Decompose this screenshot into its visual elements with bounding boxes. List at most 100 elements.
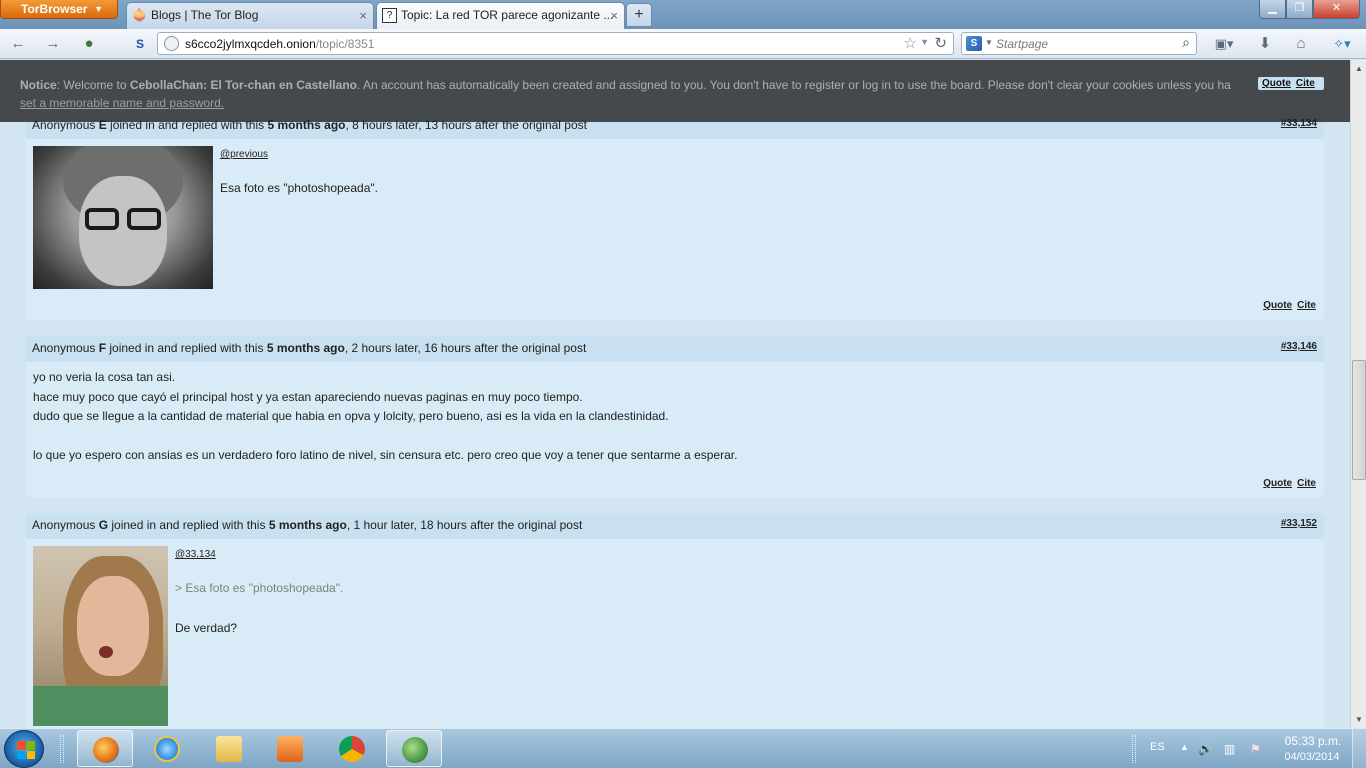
search-bar[interactable]: S ▼ ⌕ bbox=[961, 32, 1197, 55]
mention-link[interactable]: @33,134 bbox=[175, 549, 343, 560]
post-text-line: lo que yo espero con ansias es un verdad… bbox=[33, 448, 738, 462]
vertical-scrollbar[interactable]: ▲ ▼ bbox=[1350, 60, 1366, 728]
logo-blue bbox=[17, 750, 26, 759]
action-center-icon[interactable]: ⚑ bbox=[1250, 742, 1261, 756]
post-author-letter: F bbox=[98, 341, 107, 355]
post-header: Anonymous F joined in and replied with t… bbox=[32, 341, 586, 355]
quote-link[interactable]: Quote bbox=[1262, 78, 1291, 89]
torbrowser-menu-button[interactable]: TorBrowser ▼ bbox=[0, 0, 118, 19]
favicon-icon: ? bbox=[382, 8, 397, 23]
mention-link[interactable]: @previous bbox=[220, 149, 378, 160]
taskbar-grip bbox=[60, 735, 64, 763]
image-face bbox=[77, 576, 149, 676]
network-icon[interactable]: ▥ bbox=[1224, 742, 1235, 756]
logo-red bbox=[17, 741, 26, 750]
board-name: CebollaChan: El Tor-chan en Castellano bbox=[129, 78, 357, 92]
set-name-password-link[interactable]: set a memorable name and password bbox=[20, 96, 221, 110]
glasses-lens-right bbox=[127, 208, 161, 230]
close-tab-icon[interactable]: × bbox=[610, 3, 618, 28]
search-icon[interactable]: ⌕ bbox=[1182, 34, 1190, 51]
taskbar-media-player[interactable] bbox=[262, 730, 318, 767]
minimize-button[interactable]: ▁ bbox=[1259, 0, 1286, 19]
bookmark-star-icon[interactable]: ☆ bbox=[904, 34, 917, 52]
post-content: @33,134 > Esa foto es "photoshopeada". D… bbox=[175, 549, 343, 638]
firefox-icon bbox=[93, 737, 119, 763]
post-body: @33,134 > Esa foto es "photoshopeada". D… bbox=[26, 539, 1324, 728]
torbutton-onion-icon[interactable]: ● bbox=[77, 33, 101, 55]
history-dropdown-icon[interactable]: ▼ bbox=[920, 37, 929, 47]
cite-link[interactable]: Cite bbox=[1297, 300, 1316, 311]
tab-title: Topic: La red TOR parece agonizante ... bbox=[401, 8, 614, 22]
post-actions: Quote Cite bbox=[1258, 478, 1316, 489]
post-text-line: hace muy poco que cayó el principal host… bbox=[33, 389, 583, 404]
notice-banner: Notice: Welcome to CebollaChan: El Tor-c… bbox=[0, 60, 1350, 122]
tray-grip bbox=[1132, 735, 1136, 763]
taskbar-chrome[interactable] bbox=[324, 730, 380, 767]
tab-title: Blogs | The Tor Blog bbox=[151, 8, 259, 22]
addon-menu-icon[interactable]: ✧▾ bbox=[1326, 33, 1358, 55]
back-button[interactable]: ← bbox=[6, 33, 30, 55]
quote-link[interactable]: Quote bbox=[1263, 478, 1292, 489]
post-number-link[interactable]: #33,146 bbox=[1281, 341, 1317, 352]
search-engine-icon[interactable]: S bbox=[966, 36, 982, 51]
tab-topic[interactable]: ? Topic: La red TOR parece agonizante ..… bbox=[376, 2, 625, 29]
taskbar-internet-explorer[interactable] bbox=[139, 730, 195, 767]
close-tab-icon[interactable]: × bbox=[359, 3, 367, 28]
onion-icon: 🧅 bbox=[132, 8, 147, 22]
clock-time[interactable]: 05:33 p.m. bbox=[1282, 734, 1344, 748]
language-indicator[interactable]: ES bbox=[1150, 741, 1165, 753]
scroll-up-arrow-icon[interactable]: ▲ bbox=[1351, 60, 1366, 77]
scroll-down-arrow-icon[interactable]: ▼ bbox=[1351, 711, 1366, 728]
glasses-lens-left bbox=[85, 208, 119, 230]
post-image[interactable] bbox=[33, 146, 213, 289]
chrome-icon bbox=[339, 736, 365, 762]
post-number-link[interactable]: #33,152 bbox=[1281, 518, 1317, 529]
chevron-down-icon: ▼ bbox=[94, 4, 103, 14]
maximize-button[interactable]: ❐ bbox=[1286, 0, 1313, 19]
chevron-down-icon[interactable]: ▼ bbox=[985, 38, 993, 47]
taskbar-explorer[interactable] bbox=[201, 730, 257, 767]
logo-green bbox=[26, 741, 35, 750]
start-button[interactable] bbox=[4, 730, 44, 768]
scrollbar-thumb[interactable] bbox=[1352, 360, 1366, 480]
new-tab-button[interactable]: + bbox=[626, 3, 652, 27]
reload-icon[interactable]: ↻ bbox=[934, 34, 947, 52]
internet-explorer-icon bbox=[154, 736, 180, 762]
post-33152: Anonymous G joined in and replied with t… bbox=[26, 513, 1324, 728]
torbrowser-menu-label: TorBrowser bbox=[21, 2, 88, 16]
notice-text-part: . An account has automatically been crea… bbox=[356, 78, 1231, 92]
close-window-button[interactable]: ✕ bbox=[1313, 0, 1360, 19]
quote-link[interactable]: Quote bbox=[1263, 300, 1292, 311]
show-hidden-icons-icon[interactable]: ▲ bbox=[1180, 742, 1189, 752]
taskbar-tor-browser[interactable] bbox=[386, 730, 442, 767]
forward-button[interactable]: → bbox=[41, 33, 65, 55]
post-age: 5 months ago bbox=[268, 518, 347, 532]
notice-link-line: set a memorable name and password. bbox=[20, 96, 224, 110]
navigation-toolbar: ← → ● S s6cco2jylmxqcdeh.onion/topic/835… bbox=[0, 29, 1366, 59]
post-timing: , 2 hours later, 16 hours after the orig… bbox=[344, 341, 587, 355]
home-icon[interactable]: ⌂ bbox=[1289, 33, 1313, 55]
folder-icon bbox=[216, 736, 242, 762]
volume-icon[interactable]: 🔊 bbox=[1198, 742, 1213, 756]
taskbar-firefox[interactable] bbox=[77, 730, 133, 767]
post-text-line: dudo que se llegue a la cantidad de mate… bbox=[33, 409, 669, 423]
window-controls: ▁ ❐ ✕ bbox=[1259, 0, 1360, 19]
url-path: /topic/8351 bbox=[315, 37, 375, 51]
noscript-icon[interactable]: S bbox=[128, 33, 152, 55]
tab-tor-blog[interactable]: 🧅 Blogs | The Tor Blog × bbox=[126, 2, 374, 29]
post-text-line: De verdad? bbox=[175, 620, 238, 635]
search-input[interactable] bbox=[996, 33, 1171, 54]
cite-link[interactable]: Cite bbox=[1297, 478, 1316, 489]
post-33146: Anonymous F joined in and replied with t… bbox=[26, 336, 1324, 498]
url-text[interactable]: s6cco2jylmxqcdeh.onion/topic/8351 bbox=[185, 37, 374, 51]
post-image[interactable] bbox=[33, 546, 168, 726]
cite-link[interactable]: Cite bbox=[1296, 78, 1315, 89]
downloads-icon[interactable]: ⬇ bbox=[1253, 33, 1277, 55]
notice-label: Notice bbox=[20, 78, 57, 92]
bookmarks-menu-button[interactable]: ▣▾ bbox=[1208, 33, 1240, 55]
show-desktop-button[interactable] bbox=[1352, 729, 1366, 768]
clock-date[interactable]: 04/03/2014 bbox=[1278, 751, 1346, 763]
notice-link-tail: . bbox=[220, 96, 225, 110]
post-body: @previous Esa foto es "photoshopeada". Q… bbox=[26, 139, 1324, 320]
address-bar[interactable]: s6cco2jylmxqcdeh.onion/topic/8351 ☆ ▼ ↻ bbox=[157, 32, 954, 55]
